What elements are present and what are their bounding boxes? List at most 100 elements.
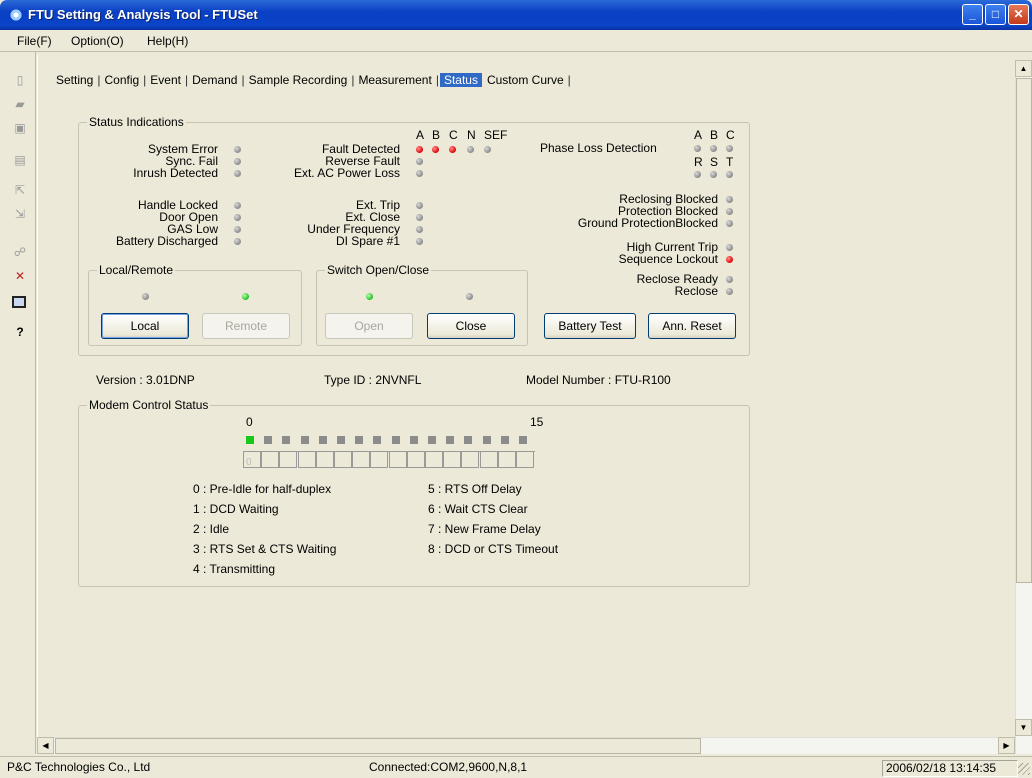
phase-c-header: C	[449, 128, 458, 142]
tab-event[interactable]: Event	[147, 73, 184, 87]
connect-icon[interactable]: ☍	[12, 244, 28, 260]
tab-strip: Setting | Config | Event | Demand | Sample Recor…	[53, 73, 572, 91]
modem-cell-12	[461, 452, 480, 468]
modem-cell-2	[279, 452, 298, 468]
disconnect-icon[interactable]: ✕	[12, 268, 28, 284]
horizontal-scrollbar[interactable]: ◀ ▶	[37, 737, 1015, 754]
horizontal-scroll-thumb[interactable]	[55, 738, 701, 754]
modem-indicator-2	[282, 436, 291, 444]
modem-indicator-6	[355, 436, 364, 444]
menu-help[interactable]: Help(H)	[147, 34, 188, 48]
modem-indicator-11	[446, 436, 455, 444]
modem-state-5: 5 : RTS Off Delay	[428, 482, 522, 496]
document-icon[interactable]: ▤	[12, 152, 28, 168]
local-remote-title: Local/Remote	[97, 263, 176, 277]
phase-loss-t: T	[726, 155, 734, 169]
label-ground-protection-blocked: Ground ProtectionBlocked	[577, 216, 718, 230]
vertical-scroll-thumb[interactable]	[1016, 78, 1032, 583]
led-phase-loss-a	[694, 145, 701, 152]
led-phase-loss-t	[726, 171, 733, 178]
maximize-button[interactable]: □	[985, 4, 1006, 25]
led-battery-discharged	[234, 238, 241, 245]
modem-indicator-12	[464, 436, 473, 444]
phase-loss-s: S	[710, 155, 719, 169]
modem-indicator-13	[482, 436, 491, 444]
phase-loss-a: A	[694, 128, 703, 142]
vertical-scrollbar[interactable]: ▲ ▼	[1015, 60, 1032, 754]
modem-indicator-1	[264, 436, 273, 444]
model-number-text: Model Number : FTU-R100	[526, 373, 671, 387]
modem-indicator-14	[500, 436, 509, 444]
close-switch-button[interactable]: Close	[427, 313, 515, 339]
open-folder-icon[interactable]: ▰	[12, 96, 28, 112]
modem-cell-15	[516, 452, 534, 468]
modem-state-1: 1 : DCD Waiting	[193, 502, 279, 516]
tab-measurement[interactable]: Measurement	[355, 73, 434, 87]
tab-status[interactable]: Status	[439, 73, 482, 87]
window-title: FTU Setting & Analysis Tool - FTUSet	[28, 7, 258, 22]
local-button[interactable]: Local	[101, 313, 189, 339]
led-fault-sef	[484, 146, 491, 153]
battery-test-button[interactable]: Battery Test	[544, 313, 636, 339]
ann-reset-button[interactable]: Ann. Reset	[648, 313, 736, 339]
modem-state-4: 4 : Transmitting	[193, 562, 276, 576]
status-datetime: 2006/02/18 13:14:35	[882, 760, 1018, 777]
modem-indicator-10	[428, 436, 436, 444]
led-handle-locked	[234, 202, 241, 209]
resize-grip-icon[interactable]	[1018, 763, 1030, 775]
status-indications-title: Status Indications	[87, 115, 186, 129]
open-button[interactable]: Open	[325, 313, 413, 339]
type-id-text: Type ID : 2NVNFL	[324, 373, 422, 387]
modem-indicator-4	[318, 436, 327, 444]
led-protection-blocked	[726, 208, 733, 215]
save-icon[interactable]: ▣	[12, 120, 28, 136]
led-ext-ac-power-loss	[416, 170, 423, 177]
tab-setting[interactable]: Setting	[53, 73, 96, 87]
label-sequence-lockout: Sequence Lockout	[618, 252, 718, 266]
modem-indicator-7	[373, 436, 382, 444]
led-sequence-lockout	[726, 256, 733, 263]
close-button[interactable]: ✕	[1008, 4, 1029, 25]
modem-cell-8	[388, 452, 407, 468]
modem-cell-1	[261, 452, 280, 468]
remote-button[interactable]: Remote	[202, 313, 290, 339]
monitor-icon[interactable]	[12, 296, 26, 308]
tab-demand[interactable]: Demand	[189, 73, 240, 87]
new-file-icon[interactable]: ▯	[12, 72, 28, 88]
label-di-spare-1: DI Spare #1	[335, 234, 400, 248]
scroll-up-icon[interactable]: ▲	[1015, 60, 1032, 77]
tab-sample-recording[interactable]: Sample Recording	[246, 73, 351, 87]
label-battery-discharged: Battery Discharged	[115, 234, 218, 248]
led-close	[466, 293, 473, 300]
upload-icon[interactable]: ⇱	[12, 182, 28, 198]
led-fault-n	[467, 146, 474, 153]
led-high-current-trip	[726, 244, 733, 251]
menu-file[interactable]: File(F)	[17, 34, 52, 48]
led-door-open	[234, 214, 241, 221]
modem-scale-start: 0	[246, 415, 253, 429]
led-inrush-detected	[234, 170, 241, 177]
led-phase-loss-c	[726, 145, 733, 152]
minimize-button[interactable]: _	[962, 4, 983, 25]
tab-config[interactable]: Config	[101, 73, 142, 87]
modem-cell-11	[443, 452, 462, 468]
scroll-left-icon[interactable]: ◀	[37, 737, 54, 754]
label-inrush-detected: Inrush Detected	[133, 166, 218, 180]
modem-cell-13	[479, 452, 498, 468]
scroll-down-icon[interactable]: ▼	[1015, 719, 1032, 736]
menu-option[interactable]: Option(O)	[71, 34, 124, 48]
modem-cell-6	[352, 452, 371, 468]
help-icon[interactable]: ?	[12, 324, 28, 340]
led-reclose-ready	[726, 276, 733, 283]
download-icon[interactable]: ⇲	[12, 206, 28, 222]
tab-custom-curve[interactable]: Custom Curve	[484, 73, 567, 87]
vertical-toolbar: ▯ ▰ ▣ ▤ ⇱ ⇲ ☍ ✕ ?	[0, 52, 36, 754]
version-text: Version : 3.01DNP	[96, 373, 195, 387]
modem-cell-3	[297, 452, 316, 468]
scroll-right-icon[interactable]: ▶	[998, 737, 1015, 754]
modem-state-6: 6 : Wait CTS Clear	[428, 502, 528, 516]
modem-cell-row-line	[243, 451, 535, 452]
modem-cell-9	[406, 452, 425, 468]
modem-state-8: 8 : DCD or CTS Timeout	[428, 542, 559, 556]
led-fault-b	[432, 146, 439, 153]
